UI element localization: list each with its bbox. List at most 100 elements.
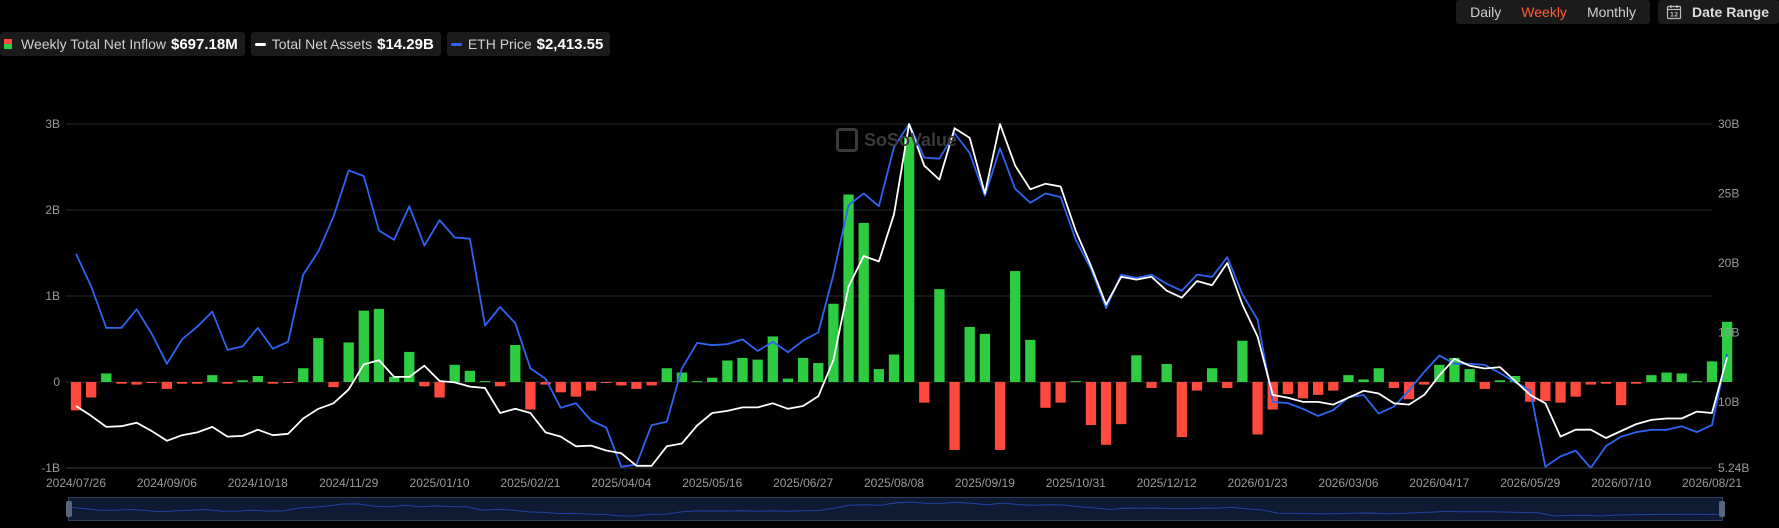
inflow-bars: [70, 136, 1733, 450]
inflow-bar: [313, 338, 324, 382]
inflow-bar: [1388, 382, 1400, 389]
inflow-bar: [237, 380, 248, 382]
x-tick-label: 2026/05/29: [1500, 476, 1560, 490]
inflow-bar: [994, 382, 1006, 450]
inflow-bar: [1570, 382, 1581, 397]
navigator-right-handle[interactable]: [1719, 501, 1725, 517]
inflow-bar: [494, 382, 506, 387]
x-tick-label: 2025/02/21: [500, 476, 560, 490]
inflow-bar: [267, 382, 279, 384]
y-right-tick-label: 5.24B: [1718, 461, 1749, 475]
inflow-bar: [1373, 368, 1384, 382]
inflow-bar: [1131, 355, 1142, 382]
inflow-bar: [1615, 382, 1627, 406]
inflow-bar: [903, 136, 915, 382]
inflow-bar: [85, 382, 97, 398]
x-tick-label: 2024/09/06: [137, 476, 197, 490]
inflow-bar: [1025, 339, 1036, 382]
grid-lines: [66, 123, 1712, 469]
x-tick-label: 2025/08/08: [864, 476, 924, 490]
inflow-bar: [1464, 369, 1475, 382]
inflow-chart: 3B 2B 1B 0 -1B 30B 25B 20B 15B 10B 5.24B 2024/07/26…: [41, 117, 1749, 490]
inflow-bar: [222, 382, 233, 384]
x-tick-label: 2024/10/18: [228, 476, 288, 490]
inflow-bar: [949, 382, 960, 450]
inflow-bar: [873, 369, 885, 382]
inflow-bar: [131, 382, 142, 385]
inflow-bar: [707, 377, 718, 382]
y-right-tick-label: 30B: [1718, 117, 1739, 131]
inflow-bar: [722, 360, 733, 382]
navigator-left-handle[interactable]: [66, 501, 72, 517]
inflow-bar: [343, 342, 354, 382]
inflow-bar: [691, 381, 703, 383]
inflow-bar: [146, 382, 157, 383]
inflow-bar: [1494, 380, 1506, 382]
inflow-bar: [1631, 382, 1642, 384]
inflow-bar: [737, 357, 748, 382]
inflow-bar: [858, 222, 869, 382]
inflow-bar: [631, 382, 642, 389]
inflow-bar: [510, 345, 521, 382]
y-left-tick-label: 1B: [45, 289, 60, 303]
inflow-bar: [1040, 382, 1051, 408]
inflow-bar: [1676, 373, 1687, 382]
inflow-bar: [919, 382, 930, 403]
x-tick-label: 2026/01/23: [1228, 476, 1288, 490]
inflow-bar: [585, 382, 597, 391]
inflow-bar: [525, 382, 536, 410]
inflow-bar: [1691, 381, 1703, 383]
inflow-bar: [449, 364, 460, 382]
inflow-bar: [464, 370, 476, 382]
navigator-preview: [69, 501, 1722, 517]
inflow-bar: [752, 359, 763, 382]
inflow-bar: [1206, 368, 1218, 382]
y-right-tick-label: 25B: [1718, 186, 1739, 200]
inflow-bar: [101, 373, 112, 382]
inflow-bar: [161, 382, 173, 389]
inflow-bar: [964, 326, 975, 382]
inflow-bar: [782, 378, 794, 382]
inflow-bar: [813, 363, 824, 382]
x-tick-label: 2025/12/12: [1137, 476, 1197, 490]
inflow-bar: [555, 382, 566, 393]
range-navigator[interactable]: [66, 497, 1725, 521]
inflow-bar: [1085, 382, 1097, 425]
x-tick-label: 2024/07/26: [46, 476, 106, 490]
inflow-bar: [116, 382, 127, 384]
inflow-bar: [1312, 382, 1324, 395]
inflow-bar: [1419, 382, 1430, 385]
y-left-tick-label: -1B: [41, 461, 60, 475]
inflow-bar: [1585, 382, 1596, 385]
inflow-bar: [601, 382, 612, 383]
x-tick-label: 2025/06/27: [773, 476, 833, 490]
inflow-bar: [1343, 375, 1354, 382]
inflow-bar: [1222, 382, 1233, 389]
inflow-bar: [1191, 382, 1203, 391]
x-tick-label: 2024/11/29: [319, 476, 378, 490]
inflow-bar: [1600, 382, 1612, 384]
x-tick-label: 2026/04/17: [1409, 476, 1469, 490]
inflow-bar: [207, 375, 218, 382]
inflow-bar: [1328, 382, 1339, 391]
inflow-bar: [419, 382, 430, 387]
inflow-bar: [1070, 381, 1081, 383]
inflow-bar: [616, 382, 627, 386]
inflow-bar: [1479, 382, 1490, 389]
inflow-bar: [979, 333, 991, 382]
y-right-tick-label: 15B: [1718, 325, 1739, 339]
inflow-bar: [1055, 382, 1066, 403]
inflow-bar: [328, 382, 339, 388]
inflow-bar: [1540, 382, 1551, 401]
y-left-tick-label: 0: [53, 375, 60, 389]
inflow-bar: [1282, 382, 1294, 395]
x-tick-label: 2025/04/04: [591, 476, 651, 490]
navigator-preview-line: [69, 501, 1722, 517]
inflow-bar: [1161, 363, 1172, 382]
x-tick-label: 2025/01/10: [410, 476, 470, 490]
y-left-tick-label: 3B: [45, 117, 60, 131]
x-tick-label: 2025/05/16: [682, 476, 742, 490]
inflow-bar: [298, 368, 309, 382]
inflow-bar: [1010, 271, 1021, 382]
inflow-bar: [252, 375, 263, 382]
